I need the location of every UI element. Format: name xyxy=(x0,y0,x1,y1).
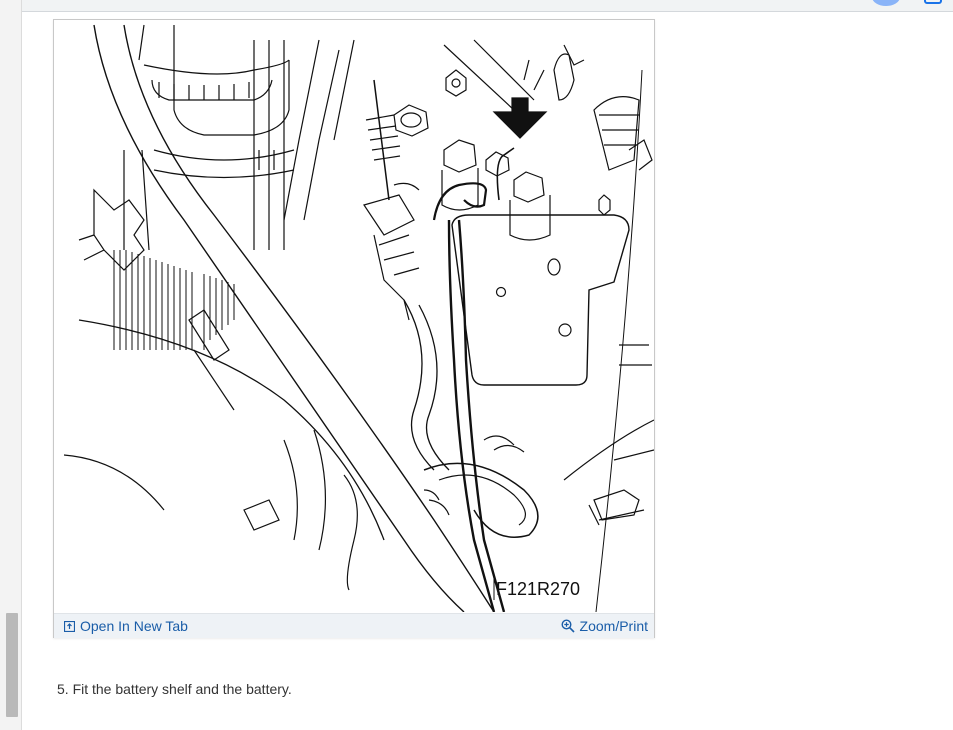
scrollbar-track[interactable] xyxy=(0,0,22,730)
scrollbar-thumb[interactable] xyxy=(6,613,18,717)
top-toolbar xyxy=(22,0,953,12)
zoom-print-label: Zoom/Print xyxy=(579,618,648,634)
avatar[interactable] xyxy=(872,0,900,6)
step-instruction: 5. Fit the battery shelf and the battery… xyxy=(57,681,292,697)
open-new-tab-label: Open In New Tab xyxy=(80,618,188,634)
zoom-print-link[interactable]: Zoom/Print xyxy=(561,618,648,634)
figure-code-label-layer: F121R270 xyxy=(496,579,580,599)
window-icon[interactable] xyxy=(924,0,942,4)
figure-footer: Open In New Tab Zoom/Print xyxy=(54,613,654,638)
figure-code: F121R270 xyxy=(496,579,580,599)
engine-diagram: F121R270 xyxy=(54,20,654,612)
open-new-tab-link[interactable]: Open In New Tab xyxy=(64,618,188,634)
figure-card: F121R270 Open In New Tab Zoom/Print xyxy=(53,19,655,638)
open-new-tab-icon xyxy=(64,620,75,632)
zoom-in-icon xyxy=(561,619,575,633)
